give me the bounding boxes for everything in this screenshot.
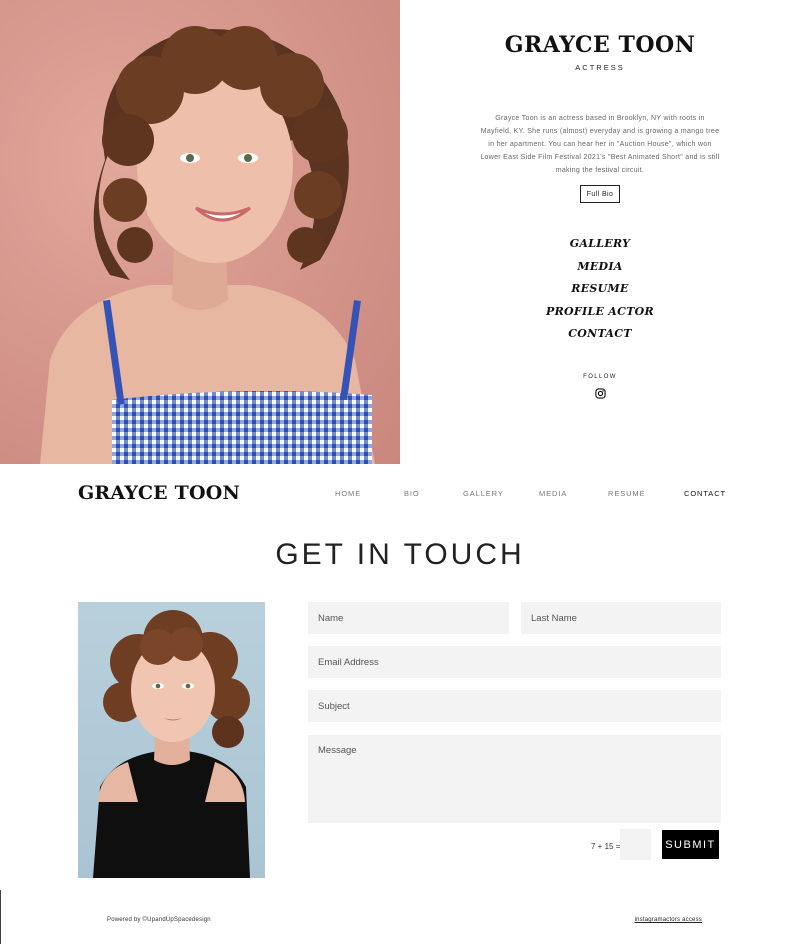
hero-portrait-photo	[0, 0, 400, 464]
contact-portrait-illustration	[93, 610, 250, 878]
submit-button[interactable]: SUBMIT	[662, 830, 719, 859]
nav-contact[interactable]: CONTACT	[684, 489, 726, 498]
hero-nav-profile-actor[interactable]: PROFILE ACTOR	[400, 301, 800, 324]
last-name-field[interactable]	[521, 602, 721, 634]
subject-field[interactable]	[308, 690, 721, 722]
hero-nav-resume[interactable]: RESUME	[400, 278, 800, 301]
edge-divider	[0, 890, 1, 944]
contact-portrait-photo	[78, 602, 265, 878]
nav-media[interactable]: MEDIA	[539, 489, 567, 498]
contact-title: GET IN TOUCH	[275, 538, 525, 571]
main-nav: HOME BIO GALLERY MEDIA RESUME CONTACT	[0, 489, 800, 501]
portrait-illustration	[40, 26, 375, 464]
captcha-label: 7 + 15 =	[591, 842, 621, 851]
hero-nav-gallery[interactable]: GALLERY	[400, 233, 800, 256]
first-name-field[interactable]	[308, 602, 509, 634]
nav-home[interactable]: HOME	[335, 489, 361, 498]
hero-nav: GALLERY MEDIA RESUME PROFILE ACTOR CONTA…	[400, 233, 800, 346]
hero-bio-text: Grayce Toon is an actress based in Brook…	[480, 115, 720, 174]
hero-section: GRAYCE TOON ACTRESS Grayce Toon is an ac…	[0, 0, 800, 464]
message-field[interactable]	[308, 735, 721, 823]
follow-label: FOLLOW	[583, 374, 617, 380]
hero-info-panel: GRAYCE TOON ACTRESS Grayce Toon is an ac…	[400, 0, 800, 464]
captcha-field[interactable]	[620, 829, 651, 860]
email-field[interactable]	[308, 646, 721, 678]
footer-powered-by: Powered by ©UpandUpSpacedesign	[107, 917, 211, 923]
nav-resume[interactable]: RESUME	[608, 489, 646, 498]
hero-name: GRAYCE TOON	[504, 32, 696, 58]
hero-nav-media[interactable]: MEDIA	[400, 256, 800, 279]
instagram-icon[interactable]	[595, 388, 606, 399]
hero-nav-contact[interactable]: CONTACT	[400, 323, 800, 346]
nav-bio[interactable]: BIO	[404, 489, 420, 498]
hero-role: ACTRESS	[575, 63, 625, 72]
nav-gallery[interactable]: GALLERY	[463, 489, 504, 498]
footer-link[interactable]: instagramactors access	[635, 917, 702, 923]
full-bio-button[interactable]: Full Bio	[580, 185, 620, 203]
